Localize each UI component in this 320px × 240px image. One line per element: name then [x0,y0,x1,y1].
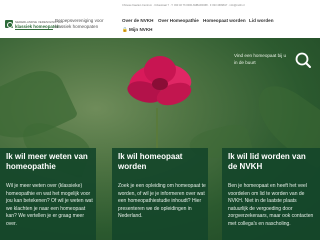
card-title: Ik wil lid worden van de NVKH [228,152,306,171]
card-homeopaat-worden[interactable]: Ik wil homeopaat worden Zoek je een ople… [112,148,208,240]
card-title: Ik wil meer weten van homeopathie [6,152,88,171]
card-body: Ben je homeopaat en heeft het veel voord… [228,183,314,227]
card-title: Ik wil homeopaat worden [118,152,183,171]
logo-mark-icon [5,20,13,28]
logo-underline [15,29,53,30]
card-body: Wil je meer weten over (klassieke) homeo… [6,183,93,227]
nav-item-mijn-nvkh[interactable]: 🔒 Mijn NVKH [122,27,153,33]
nav-item-mijn-nvkh-label: Mijn NVKH [129,27,153,32]
nav-item-homeopaat-worden[interactable]: Homeopaat worden [203,18,246,23]
contact-info-text: Chinese Kaarten Centrum · Cirkestraat 7 … [122,4,245,7]
find-homeopath-label: Vind een homeopaat bij u in de buurt [234,53,287,65]
site-tagline: Beroepsvereniging voor klassiek homeopat… [55,18,104,29]
find-homeopath-search: Vind een homeopaat bij u in de buurt [230,50,316,70]
card-lid-worden[interactable]: Ik wil lid worden van de NVKH Ben je hom… [222,148,320,240]
site-logo[interactable]: NEDERLANDSE VERENIGING VAN klassiek home… [5,20,63,34]
lock-icon: 🔒 [122,27,128,32]
card-body: Zoek je een opleiding om homeopaat te wo… [118,183,206,219]
nav-item-lid-worden[interactable]: Lid worden [249,18,274,23]
nav-item-over-homeopathie[interactable]: Over Homeopathie [158,18,199,23]
nav-item-over-de-nvkh[interactable]: Over de NVKH [122,18,153,23]
top-contact-bar: Chinese Kaarten Centrum · Cirkestraat 7 … [0,0,320,14]
flower-illustration [127,56,192,106]
search-button[interactable] [292,50,314,70]
search-icon [295,52,311,68]
card-homeopathie-info[interactable]: Ik wil meer weten van homeopathie Wil je… [0,148,96,240]
